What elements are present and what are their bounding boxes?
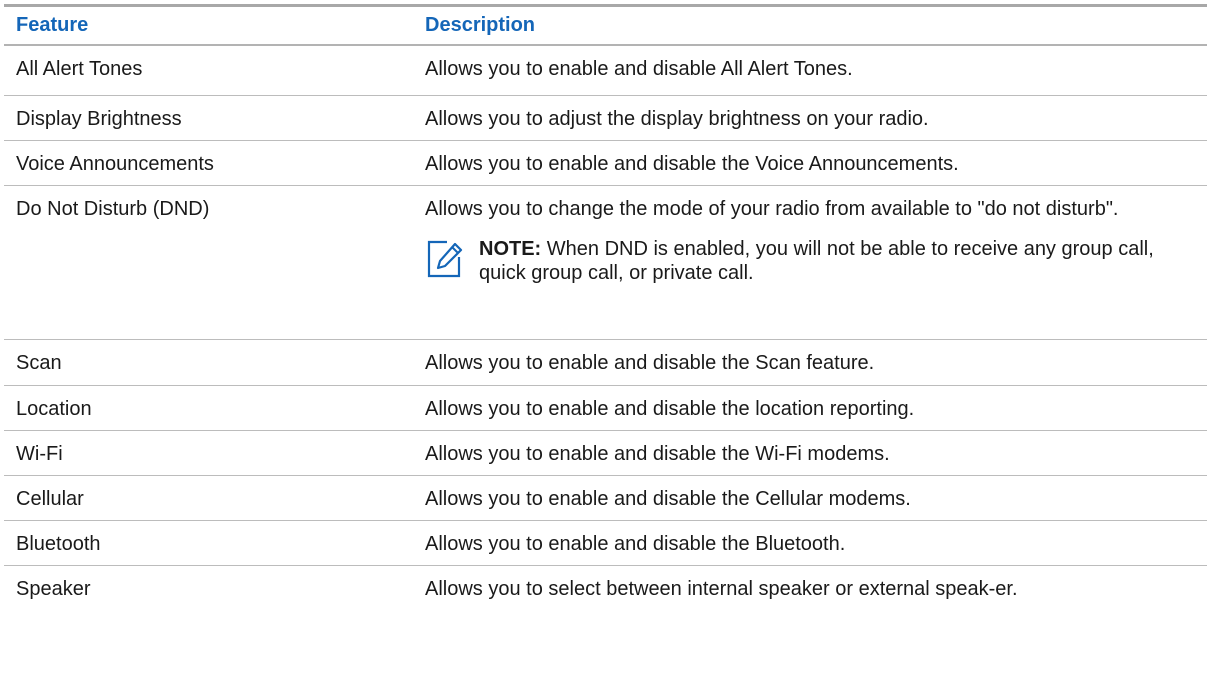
- table-row: Voice Announcements Allows you to enable…: [4, 141, 1207, 186]
- description-cell: Allows you to enable and disable the Blu…: [425, 533, 846, 555]
- feature-cell: Bluetooth: [16, 533, 101, 555]
- table-row: Display Brightness Allows you to adjust …: [4, 96, 1207, 141]
- table-row: Speaker Allows you to select between int…: [4, 566, 1207, 636]
- description-cell: Allows you to change the mode of your ra…: [413, 186, 1207, 339]
- description-cell: Allows you to select between internal sp…: [425, 578, 1018, 600]
- description-cell: Allows you to enable and disable the Cel…: [425, 488, 911, 510]
- feature-table: Feature Description All Alert Tones Allo…: [4, 4, 1207, 636]
- table-header-row: Feature Description: [4, 7, 1207, 46]
- note-body: When DND is enabled, you will not be abl…: [479, 238, 1154, 284]
- header-feature: Feature: [16, 14, 89, 36]
- table-row: Location Allows you to enable and disabl…: [4, 386, 1207, 431]
- table-row: Bluetooth Allows you to enable and disab…: [4, 521, 1207, 566]
- feature-cell: Display Brightness: [16, 108, 182, 130]
- description-cell: Allows you to enable and disable the Voi…: [425, 153, 959, 175]
- feature-cell: All Alert Tones: [16, 58, 143, 80]
- header-description: Description: [425, 14, 536, 36]
- feature-cell: Scan: [16, 352, 62, 374]
- feature-cell: Location: [16, 398, 92, 420]
- description-cell: Allows you to enable and disable the Sca…: [425, 352, 875, 374]
- description-cell: Allows you to adjust the display brightn…: [425, 108, 929, 130]
- note-label: NOTE:: [479, 238, 542, 260]
- description-cell: Allows you to enable and disable the loc…: [425, 398, 915, 420]
- description-text: Allows you to change the mode of your ra…: [425, 198, 1119, 220]
- table-row: Cellular Allows you to enable and disabl…: [4, 476, 1207, 521]
- feature-cell: Wi-Fi: [16, 443, 63, 465]
- description-cell: Allows you to enable and disable All Ale…: [425, 58, 853, 80]
- feature-cell: Cellular: [16, 488, 84, 510]
- note-box: NOTE: When DND is enabled, you will not …: [425, 237, 1191, 285]
- note-pencil-icon: [427, 240, 463, 278]
- table-row: Wi-Fi Allows you to enable and disable t…: [4, 431, 1207, 476]
- note-text: NOTE: When DND is enabled, you will not …: [479, 237, 1191, 285]
- feature-cell: Do Not Disturb (DND): [16, 198, 210, 220]
- description-cell: Allows you to enable and disable the Wi-…: [425, 443, 890, 465]
- feature-cell: Speaker: [16, 578, 91, 600]
- table-row: Scan Allows you to enable and disable th…: [4, 340, 1207, 386]
- table-row: All Alert Tones Allows you to enable and…: [4, 46, 1207, 96]
- table-row: Do Not Disturb (DND) Allows you to chang…: [4, 186, 1207, 340]
- feature-cell: Voice Announcements: [16, 153, 214, 175]
